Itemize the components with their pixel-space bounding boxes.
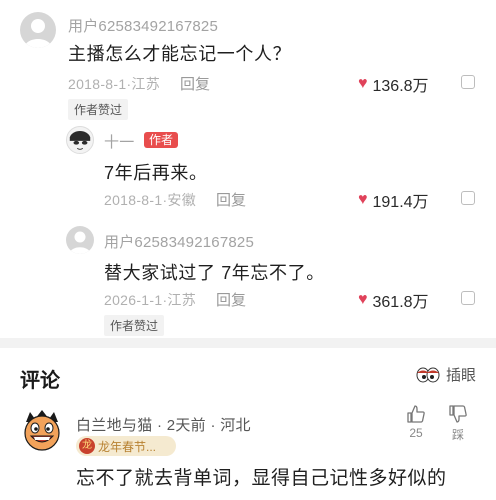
thumb-up-button[interactable]: 25 bbox=[406, 404, 426, 440]
dislike-label: 踩 bbox=[451, 428, 464, 442]
heart-icon: ♥ bbox=[358, 75, 368, 92]
reply-username[interactable]: 用户62583492167825 bbox=[104, 231, 254, 252]
more-icon[interactable] bbox=[461, 75, 475, 89]
author-avatar[interactable] bbox=[66, 126, 94, 154]
reply-button[interactable]: 回复 bbox=[216, 289, 246, 310]
like-count: 191.4万 bbox=[372, 194, 429, 211]
heart-icon: ♥ bbox=[358, 191, 368, 208]
eyes-icon bbox=[416, 367, 440, 382]
more-icon[interactable] bbox=[461, 291, 475, 305]
like-button[interactable]: ♥ 136.8万 bbox=[358, 72, 429, 96]
insert-eye-label: 插眼 bbox=[446, 367, 477, 384]
section-divider bbox=[0, 338, 496, 348]
author-username[interactable]: 十一 bbox=[104, 131, 134, 152]
heart-icon: ♥ bbox=[358, 291, 368, 308]
avatar[interactable] bbox=[20, 408, 64, 452]
comment-date-location: 2018-8-1·江苏 bbox=[68, 76, 161, 92]
comment-username[interactable]: 白兰地与猫 · 2天前 · 河北 bbox=[76, 414, 251, 435]
reply-date-location: 2026-1-1·江苏 bbox=[104, 292, 197, 308]
insert-eye-button[interactable]: 插眼 bbox=[416, 364, 476, 385]
reply-button[interactable]: 回复 bbox=[180, 73, 210, 94]
comment-username[interactable]: 用户6258349216782​5 bbox=[68, 15, 218, 36]
user-badge[interactable]: 龙 龙年春节... bbox=[76, 436, 176, 456]
comment-page: 用户6258349216782​5 主播怎么才能忘记一个人？ 2018-8-1·… bbox=[0, 0, 496, 500]
like-button[interactable]: ♥ 191.4万 bbox=[358, 188, 429, 212]
like-button[interactable]: ♥ 361.8万 bbox=[358, 288, 429, 312]
thumb-down-icon bbox=[449, 405, 467, 423]
like-count: 361.8万 bbox=[372, 294, 429, 311]
comments-title: 评论 bbox=[20, 370, 60, 392]
dragon-badge-icon: 龙 bbox=[79, 438, 95, 454]
user-badge-label: 龙年春节... bbox=[98, 439, 157, 454]
comment-text: 主播怎么才能忘记一个人？ bbox=[68, 44, 292, 64]
author-badge: 作者 bbox=[144, 132, 179, 148]
thumb-up-icon bbox=[407, 405, 425, 423]
more-icon[interactable] bbox=[461, 191, 475, 205]
thumb-down-button[interactable]: 踩 bbox=[448, 404, 468, 443]
reply-text: 7年后再来。 bbox=[104, 163, 208, 183]
like-count: 25 bbox=[409, 426, 423, 440]
author-liked-tag: 作者赞过 bbox=[104, 315, 165, 336]
comment-text: 忘不了就去背单词，显得自己记性多好似的 bbox=[76, 468, 447, 489]
author-liked-tag: 作者赞过 bbox=[68, 99, 129, 120]
avatar[interactable] bbox=[20, 12, 56, 48]
reply-button[interactable]: 回复 bbox=[216, 189, 246, 210]
avatar[interactable] bbox=[66, 226, 94, 254]
reply-date-location: 2018-8-1·安徽 bbox=[104, 192, 197, 208]
like-count: 136.8万 bbox=[372, 78, 429, 95]
reply-text: 替大家试过了 7年忘不了。 bbox=[104, 263, 325, 283]
